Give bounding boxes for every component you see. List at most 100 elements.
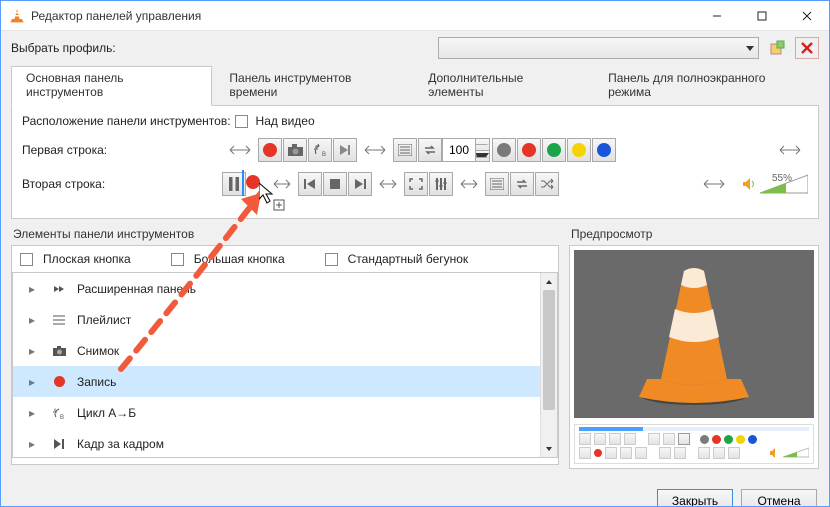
separator-icon[interactable] xyxy=(363,145,387,155)
camera-icon xyxy=(288,144,303,156)
mini-dot[interactable] xyxy=(748,435,757,444)
spin-up[interactable] xyxy=(475,139,489,151)
grey-dot-icon xyxy=(497,143,511,157)
close-button[interactable]: Закрыть xyxy=(657,489,733,507)
expand-icon[interactable] xyxy=(778,145,802,155)
mini-btn[interactable] xyxy=(635,447,647,459)
flat-button-option[interactable]: Плоская кнопка xyxy=(20,252,131,266)
delete-profile-button[interactable] xyxy=(795,37,819,59)
elements-title: Элементы панели инструментов xyxy=(13,227,557,241)
profile-combo[interactable] xyxy=(438,37,759,59)
color-yellow-button[interactable] xyxy=(567,138,591,162)
color-grey-button[interactable] xyxy=(492,138,516,162)
loop-button[interactable] xyxy=(418,138,442,162)
mini-btn[interactable] xyxy=(713,447,725,459)
mini-btn[interactable] xyxy=(609,433,621,445)
prev-button[interactable] xyxy=(298,172,322,196)
yellow-dot-icon xyxy=(572,143,586,157)
mini-btn[interactable] xyxy=(678,433,690,445)
mini-btn[interactable] xyxy=(674,447,686,459)
color-red-button[interactable] xyxy=(517,138,541,162)
ext-settings-button[interactable] xyxy=(429,172,453,196)
expand-icon[interactable] xyxy=(702,179,726,189)
separator-icon[interactable] xyxy=(228,145,252,155)
mini-dot[interactable] xyxy=(736,435,745,444)
std-slider-option[interactable]: Стандартный бегунок xyxy=(325,252,469,266)
mini-dot[interactable] xyxy=(712,435,721,444)
list-scrollbar[interactable] xyxy=(540,273,557,457)
mini-btn[interactable] xyxy=(624,433,636,445)
color-green-button[interactable] xyxy=(542,138,566,162)
minimize-button[interactable] xyxy=(694,1,739,30)
big-button-option[interactable]: Большая кнопка xyxy=(171,252,285,266)
mini-btn[interactable] xyxy=(579,447,591,459)
tabs: Основная панель инструментов Панель инст… xyxy=(11,65,819,106)
record-icon xyxy=(246,175,260,189)
list-item[interactable]: ▸ Расширенная панель xyxy=(13,273,540,304)
mini-dot[interactable] xyxy=(700,435,709,444)
loop-ab-button[interactable]: AB xyxy=(308,138,332,162)
window-title: Редактор панелей управления xyxy=(31,9,201,23)
list-item-selected[interactable]: ▸ Запись xyxy=(13,366,540,397)
tab-extra-elements[interactable]: Дополнительные элементы xyxy=(413,66,591,106)
list-item[interactable]: ▸ Плейлист xyxy=(13,304,540,335)
record-button[interactable] xyxy=(258,138,282,162)
close-window-button[interactable] xyxy=(784,1,829,30)
speed-input[interactable] xyxy=(443,139,475,161)
playlist2-button[interactable] xyxy=(485,172,509,196)
new-profile-button[interactable] xyxy=(765,37,789,59)
scroll-thumb[interactable] xyxy=(543,290,555,410)
above-video-label: Над видео xyxy=(256,114,315,128)
expander-icon: ▸ xyxy=(23,406,41,420)
tab-time-toolbar[interactable]: Панель инструментов времени xyxy=(214,66,411,106)
separator-icon[interactable] xyxy=(459,179,479,189)
speed-spinner[interactable] xyxy=(442,138,490,162)
mini-dot[interactable] xyxy=(724,435,733,444)
expander-icon: ▸ xyxy=(23,437,41,451)
tab-main-toolbar[interactable]: Основная панель инструментов xyxy=(11,66,212,106)
scroll-up[interactable] xyxy=(541,273,557,290)
row2-label: Вторая строка: xyxy=(22,177,222,191)
separator-icon[interactable] xyxy=(378,179,398,189)
list-item[interactable]: ▸ AB Цикл А→Б xyxy=(13,397,540,428)
mini-btn[interactable] xyxy=(659,447,671,459)
above-video-checkbox[interactable] xyxy=(235,115,248,128)
drag-record-chip[interactable] xyxy=(242,170,262,196)
mini-btn[interactable] xyxy=(620,447,632,459)
mini-btn[interactable] xyxy=(605,447,617,459)
list-item[interactable]: ▸ Кадр за кадром xyxy=(13,428,540,457)
svg-text:B: B xyxy=(322,152,326,157)
stop-button[interactable] xyxy=(323,172,347,196)
mini-btn[interactable] xyxy=(594,433,606,445)
mini-dot[interactable] xyxy=(594,449,602,457)
mini-btn[interactable] xyxy=(663,433,675,445)
scroll-down[interactable] xyxy=(541,440,557,457)
shuffle-button[interactable] xyxy=(535,172,559,196)
loop2-button[interactable] xyxy=(510,172,534,196)
speaker-icon xyxy=(742,177,756,191)
mini-btn[interactable] xyxy=(728,447,740,459)
next-button[interactable] xyxy=(348,172,372,196)
loop-icon xyxy=(515,178,529,190)
spin-down[interactable] xyxy=(475,151,489,162)
fullscreen-button[interactable] xyxy=(404,172,428,196)
mini-btn[interactable] xyxy=(648,433,660,445)
maximize-button[interactable] xyxy=(739,1,784,30)
separator-icon[interactable] xyxy=(272,179,292,189)
loop-icon xyxy=(423,144,437,156)
mini-btn[interactable] xyxy=(579,433,591,445)
mini-btn[interactable] xyxy=(698,447,710,459)
shuffle-icon xyxy=(540,178,554,190)
cancel-button[interactable]: Отмена xyxy=(741,489,817,507)
mini-seek[interactable] xyxy=(579,427,809,431)
tab-fullscreen[interactable]: Панель для полноэкранного режима xyxy=(593,66,819,106)
location-label: Расположение панели инструментов: xyxy=(22,114,231,128)
playlist-button[interactable] xyxy=(393,138,417,162)
vlc-cone-icon xyxy=(629,259,759,409)
color-blue-button[interactable] xyxy=(592,138,616,162)
volume-control[interactable]: 55% xyxy=(742,173,808,195)
record-icon xyxy=(263,143,277,157)
frame-step-button[interactable] xyxy=(333,138,357,162)
snapshot-button[interactable] xyxy=(283,138,307,162)
list-item[interactable]: ▸ Снимок xyxy=(13,335,540,366)
